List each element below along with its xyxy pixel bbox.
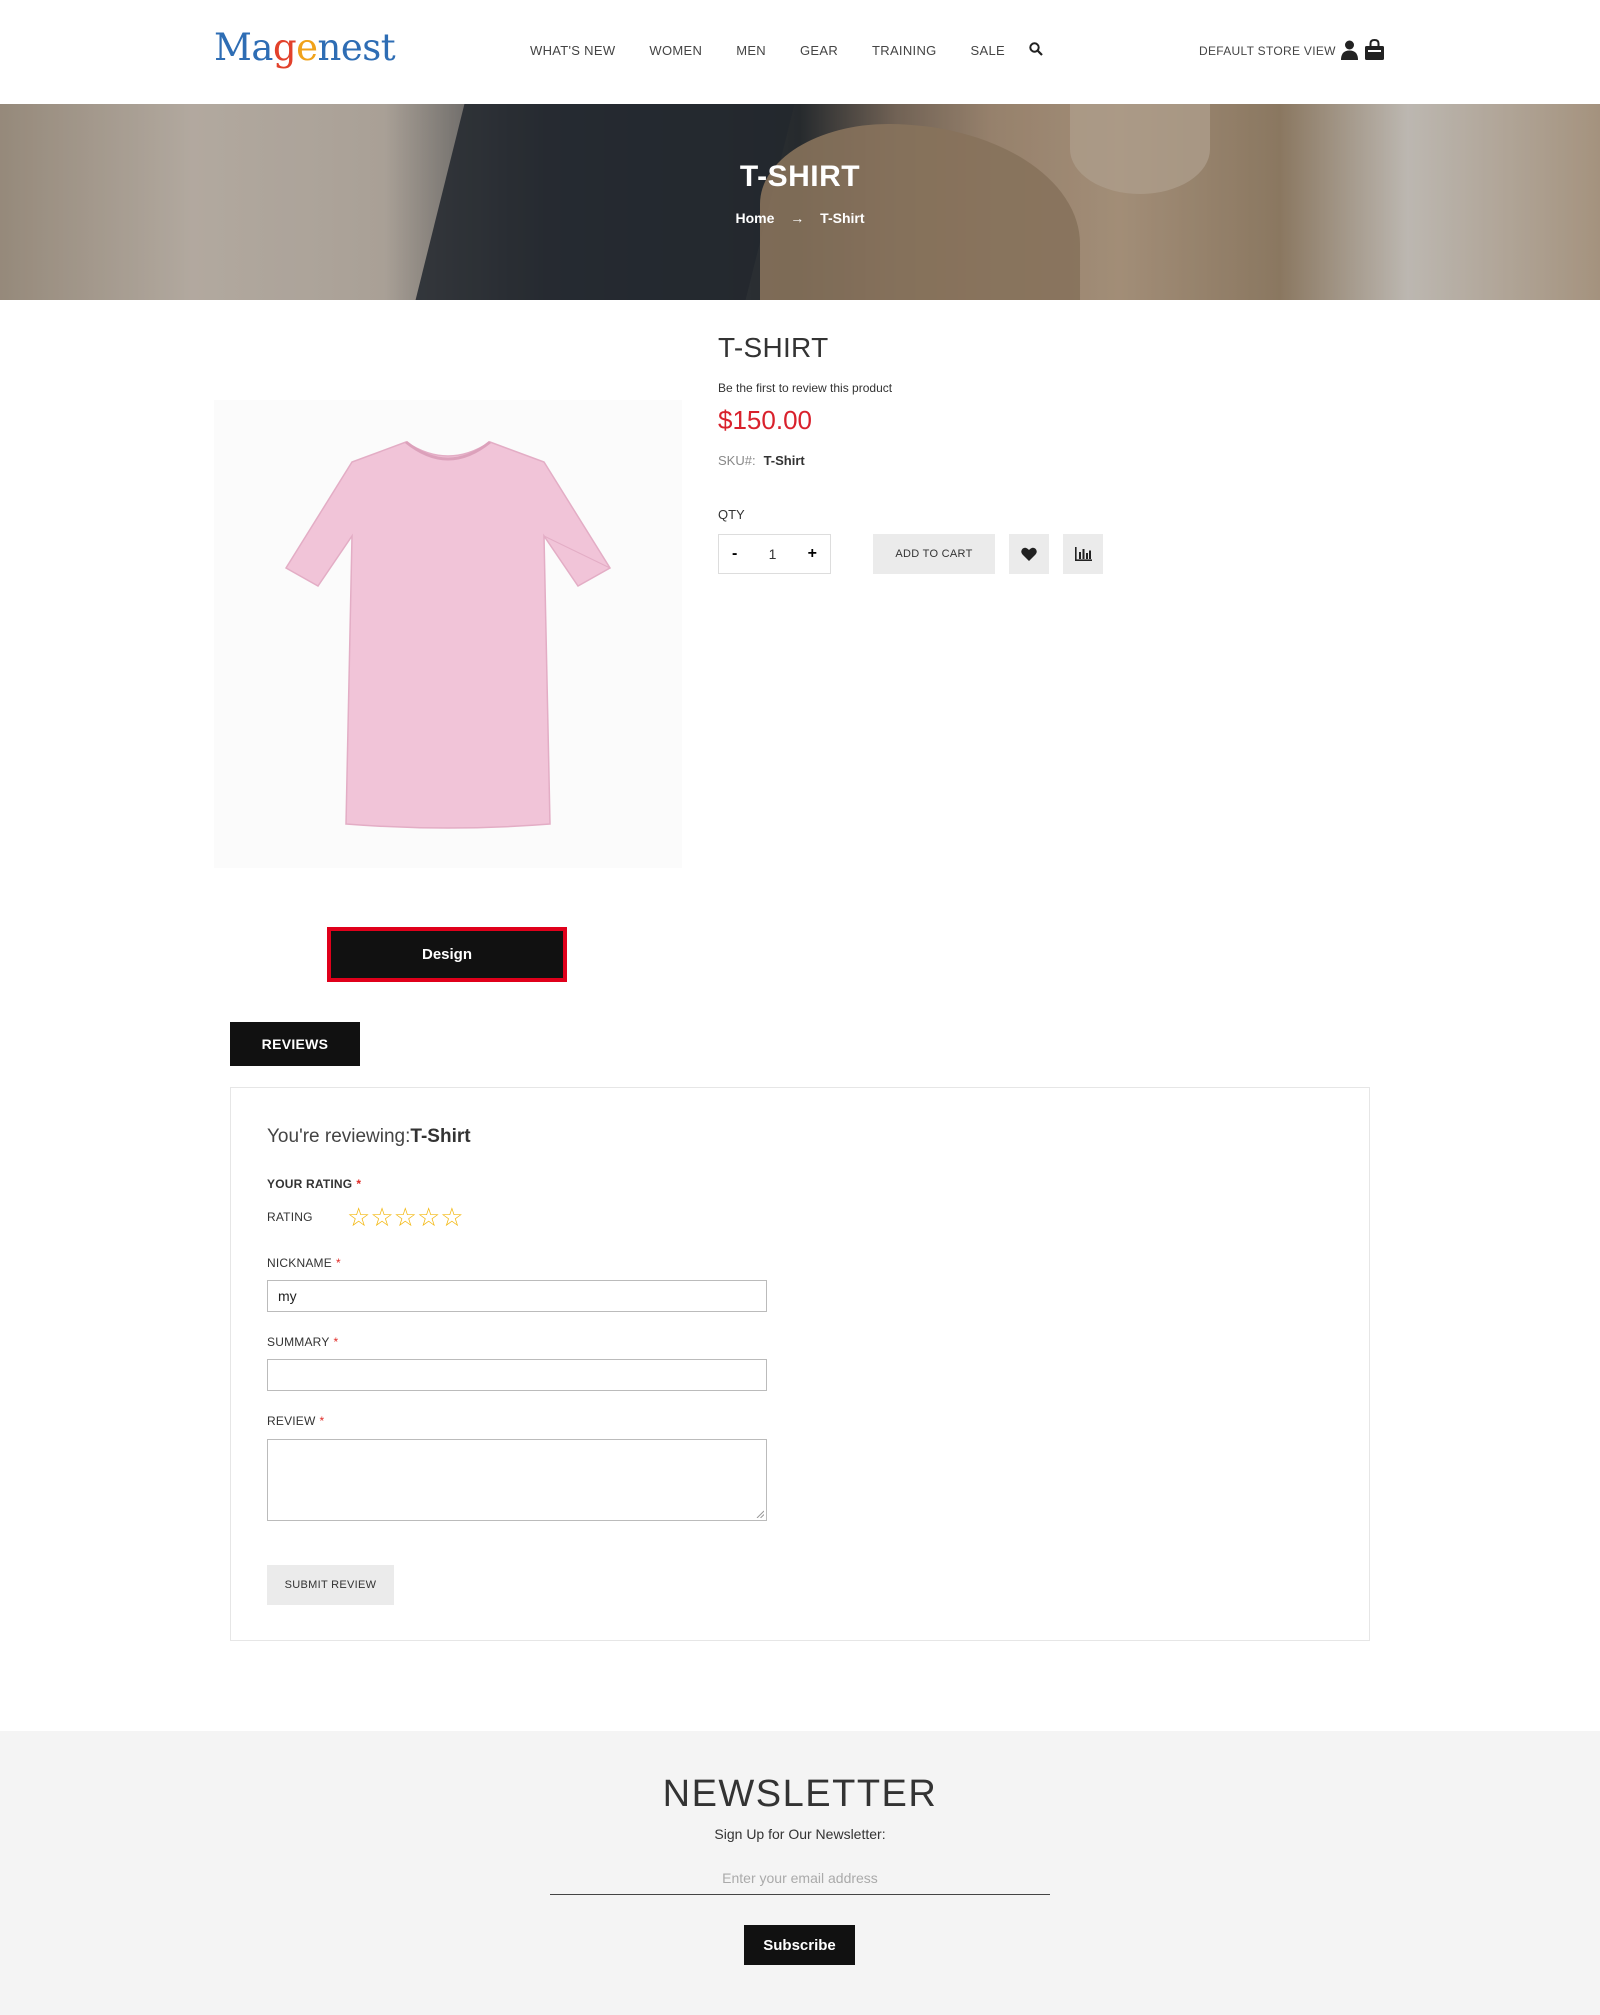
logo-part-4: nest [317,26,396,69]
review-label: REVIEW * [267,1414,324,1428]
breadcrumb-current: T-Shirt [820,210,865,226]
qty-decrease-button[interactable]: - [732,545,737,563]
sku-value: T-Shirt [763,453,805,468]
summary-label: SUMMARY * [267,1335,338,1349]
cart-icon[interactable] [1365,39,1384,60]
product-title: T-SHIRT [718,332,829,363]
design-button[interactable]: Design [327,927,567,982]
site-header: Magenest WHAT'S NEW WOMEN MEN GEAR TRAIN… [0,0,1600,104]
newsletter-title: NEWSLETTER [662,1773,938,1815]
rating-label: RATING [267,1210,313,1224]
review-textarea[interactable] [267,1439,767,1521]
page-title: T-SHIRT [739,160,861,193]
sku-label: SKU#: [718,453,756,468]
nickname-field[interactable]: my [267,1280,767,1312]
qty-increase-button[interactable]: + [808,545,817,563]
user-icon[interactable] [1341,40,1358,60]
search-icon[interactable] [1029,42,1043,56]
logo-part-1: Ma [214,26,273,69]
review-heading-prefix: You're reviewing: [267,1126,411,1147]
required-mark: * [319,1414,325,1428]
newsletter-subtitle: Sign Up for Our Newsletter: [714,1826,886,1842]
bar-chart-icon [1074,547,1092,561]
submit-review-button[interactable]: SUBMIT REVIEW [267,1565,394,1605]
newsletter-section: NEWSLETTER Sign Up for Our Newsletter: E… [0,1731,1600,2015]
qty-label: QTY [718,507,745,522]
rating-stars: ☆ ☆ ☆ ☆ ☆ [347,1204,464,1230]
star-icon-4[interactable]: ☆ [417,1204,440,1230]
hero-overlay [0,104,1600,300]
tab-reviews[interactable]: REVIEWS [230,1022,360,1066]
review-text: REVIEW [267,1414,316,1428]
logo-part-3: e [296,26,318,69]
nav-women[interactable]: WOMEN [649,43,702,58]
nav-men[interactable]: MEN [736,43,766,58]
review-heading: You're reviewing:T-Shirt [267,1126,471,1148]
resize-handle-icon[interactable] [756,1510,764,1518]
heart-icon [1021,547,1037,561]
star-icon-3[interactable]: ☆ [394,1204,417,1230]
required-mark: * [356,1177,362,1191]
review-heading-product: T-Shirt [410,1126,471,1147]
hero-banner [0,104,1600,300]
add-to-cart-button[interactable]: ADD TO CART [873,534,995,574]
summary-field[interactable] [267,1359,767,1391]
compare-button[interactable] [1063,534,1103,574]
your-rating-text: YOUR RATING [267,1177,353,1191]
logo-part-2: g [272,26,297,69]
qty-input[interactable]: 1 [769,546,777,562]
summary-text: SUMMARY [267,1335,330,1349]
nav-gear[interactable]: GEAR [800,43,838,58]
product-price: $150.00 [718,405,812,435]
star-icon-1[interactable]: ☆ [347,1204,370,1230]
main-nav: WHAT'S NEW WOMEN MEN GEAR TRAINING SALE [530,43,1039,58]
first-review-link[interactable]: Be the first to review this product [718,381,892,395]
star-icon-5[interactable]: ☆ [440,1204,463,1230]
arrow-right-icon: → [790,210,805,226]
your-rating-label: YOUR RATING * [267,1177,361,1191]
site-logo[interactable]: Magenest [214,26,396,69]
required-mark: * [333,1335,339,1349]
subscribe-button[interactable]: Subscribe [744,1925,855,1965]
nav-training[interactable]: TRAINING [872,43,937,58]
tshirt-image [284,440,612,829]
wishlist-button[interactable] [1009,534,1049,574]
product-image[interactable] [214,400,682,868]
nickname-text: NICKNAME [267,1256,332,1270]
required-mark: * [335,1256,341,1270]
product-sku: SKU#: T-Shirt [718,453,805,468]
review-form: You're reviewing:T-Shirt YOUR RATING * RA… [230,1087,1370,1641]
newsletter-email-input[interactable]: Enter your email address [550,1861,1050,1895]
nav-whats-new[interactable]: WHAT'S NEW [530,43,615,58]
breadcrumb-home[interactable]: Home [735,210,774,226]
store-view-switcher[interactable]: DEFAULT STORE VIEW [1199,44,1336,58]
star-icon-2[interactable]: ☆ [370,1204,393,1230]
breadcrumb: Home → T-Shirt [0,210,1600,226]
nav-sale[interactable]: SALE [971,43,1005,58]
quantity-stepper: - 1 + [718,534,831,574]
nickname-label: NICKNAME * [267,1256,341,1270]
